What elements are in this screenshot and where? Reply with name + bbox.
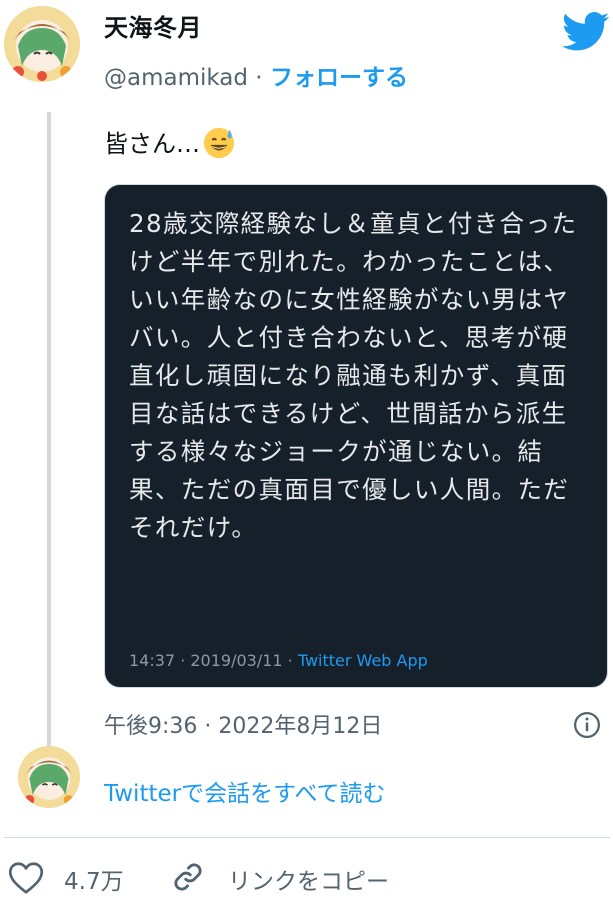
follow-button[interactable]: フォローする <box>270 65 408 91</box>
grinning-face-with-sweat-icon <box>203 127 235 159</box>
read-conversation-link[interactable]: Twitterで会話をすべて読む <box>104 774 386 808</box>
quoted-tweet-time: 14:37 · 2019/03/11 · <box>129 651 298 670</box>
tweet-text: 皆さん… <box>104 124 236 160</box>
author-display-name[interactable]: 天海冬月 <box>104 8 202 43</box>
quoted-tweet-app: Twitter Web App <box>297 651 428 670</box>
heart-icon[interactable] <box>8 861 44 895</box>
author-avatar-small[interactable] <box>18 746 80 808</box>
link-icon[interactable] <box>170 859 206 895</box>
quoted-tweet-text: 28歳交際経験なし＆童貞と付き合ったけど半年で別れた。わかったことは、いい年齢な… <box>129 209 578 542</box>
handle-separator: · <box>248 65 270 91</box>
tweet-timestamp[interactable]: 午後9:36 · 2022年8月12日 <box>104 708 382 740</box>
divider <box>4 837 610 838</box>
thread-line <box>47 112 51 752</box>
copy-link-button[interactable]: リンクをコピー <box>228 862 389 896</box>
quoted-tweet-meta: 14:37 · 2019/03/11 · Twitter Web App <box>129 651 428 670</box>
author-handle-row: @amamikad · フォローする <box>104 58 408 92</box>
author-handle[interactable]: @amamikad <box>104 65 248 91</box>
quoted-tweet-card[interactable]: 28歳交際経験なし＆童貞と付き合ったけど半年で別れた。わかったことは、いい年齢な… <box>104 184 608 688</box>
tweet-text-content: 皆さん… <box>104 130 200 158</box>
info-icon[interactable] <box>572 710 602 740</box>
like-count: 4.7万 <box>64 869 124 895</box>
author-avatar[interactable] <box>4 6 80 82</box>
twitter-logo-icon[interactable] <box>562 12 610 52</box>
